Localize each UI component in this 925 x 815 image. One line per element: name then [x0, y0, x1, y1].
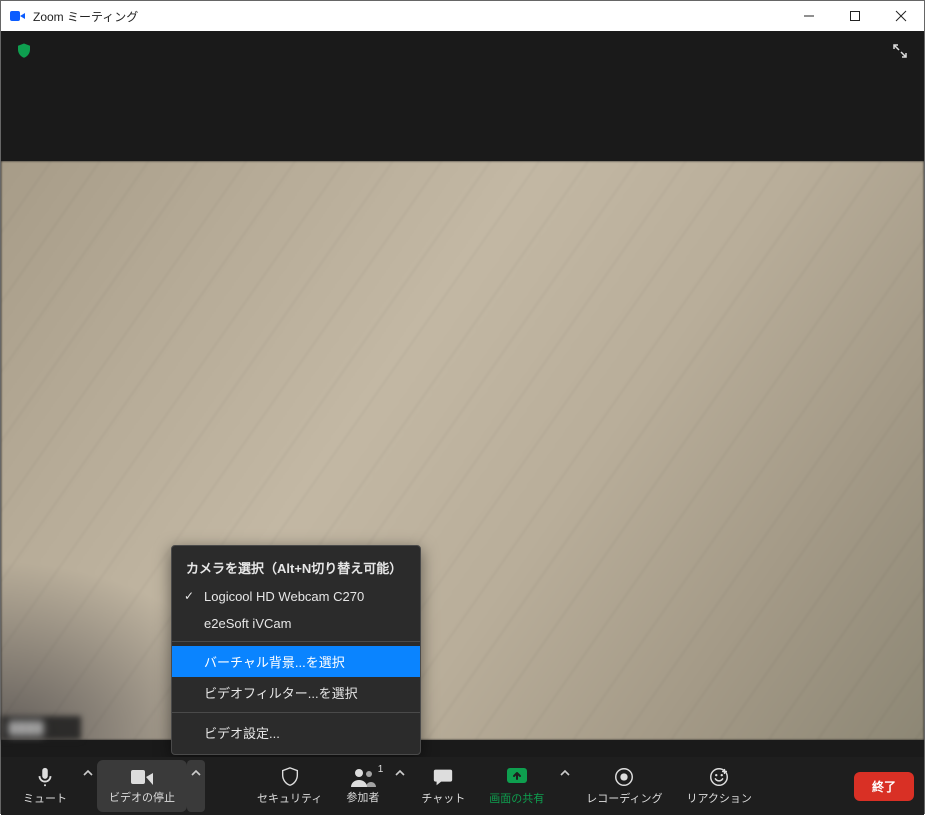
zoom-app-icon	[9, 7, 27, 25]
chat-label: チャット	[421, 790, 465, 806]
maximize-button[interactable]	[832, 1, 878, 31]
participants-label: 参加者	[346, 789, 379, 805]
participants-chevron[interactable]	[391, 760, 409, 812]
menu-item-camera-1[interactable]: Logicool HD Webcam C270	[172, 583, 420, 610]
menu-item-label: Logicool HD Webcam C270	[204, 589, 364, 604]
meeting-topbar	[1, 31, 924, 71]
minimize-button[interactable]	[786, 1, 832, 31]
participant-name: ████	[9, 721, 43, 735]
security-label: セキュリティ	[257, 790, 322, 806]
window-titlebar: Zoom ミーティング	[1, 1, 924, 31]
participant-name-tag: ████	[1, 716, 81, 740]
menu-item-camera-2[interactable]: e2eSoft iVCam	[172, 610, 420, 637]
end-meeting-button[interactable]: 終了	[854, 772, 914, 801]
meeting-client: ████ カメラを選択（Alt+N切り替え可能） Logicool HD Web…	[1, 31, 924, 815]
menu-item-label: e2eSoft iVCam	[204, 616, 291, 631]
audio-options-chevron[interactable]	[79, 760, 97, 812]
record-button[interactable]: レコーディング	[574, 760, 674, 812]
menu-item-video-filter[interactable]: ビデオフィルター...を選択	[172, 677, 420, 708]
share-options-chevron[interactable]	[556, 760, 574, 812]
encryption-shield-icon[interactable]	[13, 40, 35, 62]
end-label: 終了	[872, 780, 896, 794]
reactions-button[interactable]: リアクション	[674, 760, 763, 812]
self-video	[1, 161, 924, 740]
menu-separator	[172, 712, 420, 713]
fullscreen-icon[interactable]	[888, 39, 912, 63]
chat-button[interactable]: チャット	[409, 760, 477, 812]
menu-item-virtual-background[interactable]: バーチャル背景...を選択	[172, 646, 420, 677]
menu-item-label: バーチャル背景...を選択	[204, 655, 345, 670]
video-label: ビデオの停止	[109, 789, 175, 805]
video-area	[1, 161, 924, 740]
video-options-chevron[interactable]	[187, 760, 205, 812]
close-button[interactable]	[878, 1, 924, 31]
window-buttons	[786, 1, 924, 31]
participants-button[interactable]: 1 参加者	[334, 760, 391, 812]
mute-label: ミュート	[23, 790, 67, 806]
window-title: Zoom ミーティング	[33, 8, 138, 25]
mute-button[interactable]: ミュート	[11, 760, 79, 812]
participants-count: 1	[378, 764, 384, 775]
meeting-controls: ミュート ビデオの停止 セキュリティ 1 参加者 チャット	[1, 757, 924, 815]
menu-item-label: ビデオフィルター...を選択	[204, 686, 358, 701]
record-label: レコーディング	[586, 790, 662, 806]
video-options-menu: カメラを選択（Alt+N切り替え可能） Logicool HD Webcam C…	[171, 545, 421, 755]
menu-item-video-settings[interactable]: ビデオ設定...	[172, 717, 420, 748]
stop-video-button[interactable]: ビデオの停止	[97, 760, 187, 812]
menu-separator	[172, 641, 420, 642]
menu-section-camera: カメラを選択（Alt+N切り替え可能）	[172, 552, 420, 583]
share-label: 画面の共有	[489, 790, 544, 806]
share-screen-button[interactable]: 画面の共有	[477, 760, 556, 812]
security-button[interactable]: セキュリティ	[245, 760, 334, 812]
reactions-label: リアクション	[686, 790, 751, 806]
menu-item-label: ビデオ設定...	[204, 726, 280, 741]
